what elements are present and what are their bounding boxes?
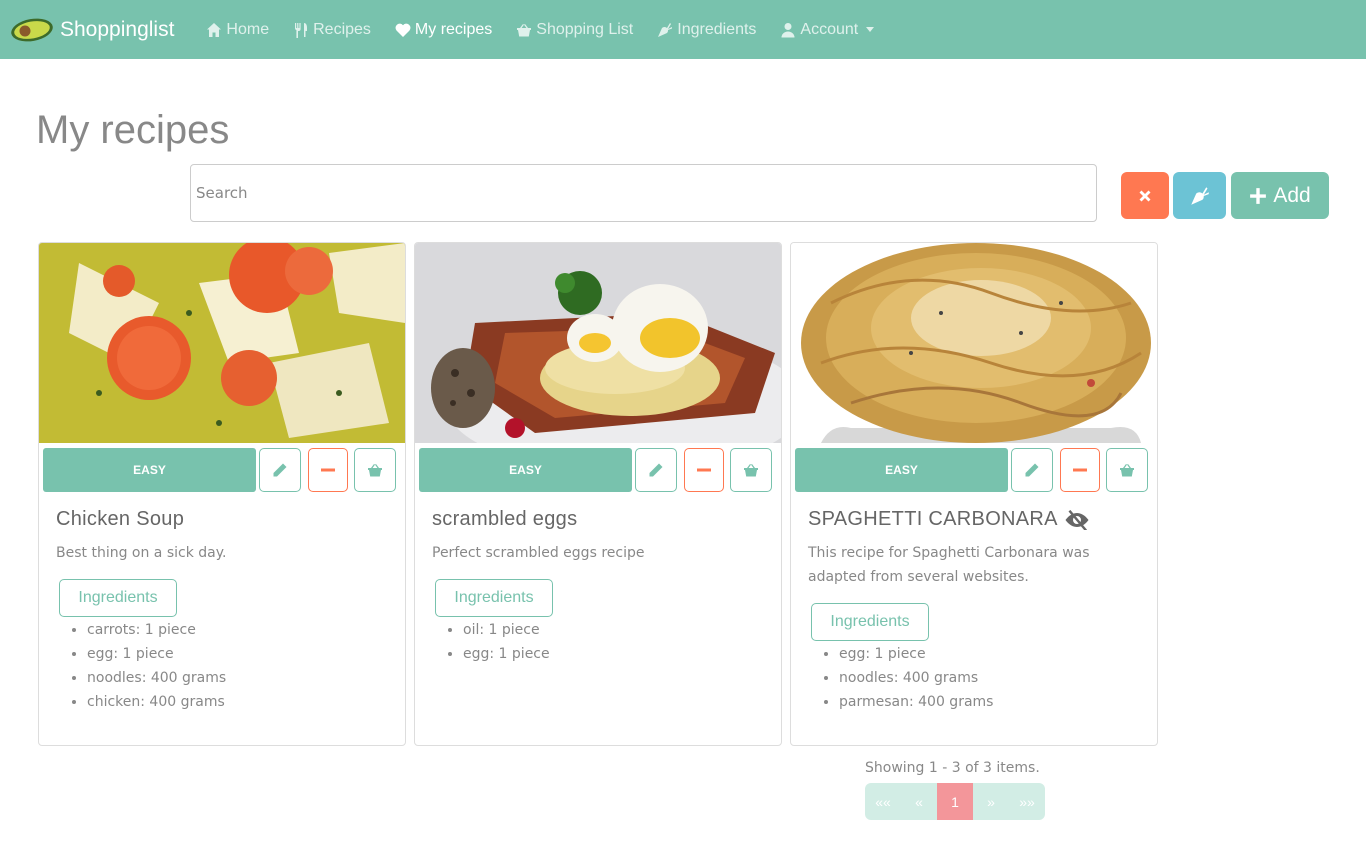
nav-account-dropdown[interactable]: Account: [780, 20, 875, 39]
ingredient-item: carrots: 1 piece: [87, 618, 226, 642]
remove-button[interactable]: [684, 448, 724, 492]
ingredient-list: oil: 1 piece egg: 1 piece: [463, 618, 550, 666]
carrot-icon: [658, 22, 673, 37]
basket-icon: [1120, 464, 1134, 477]
ingredient-list: carrots: 1 piece egg: 1 piece noodles: 4…: [87, 618, 226, 714]
basket-icon: [517, 23, 532, 36]
ingredient-item: noodles: 400 grams: [839, 666, 993, 690]
search-input[interactable]: [190, 164, 1097, 222]
recipe-title: SPAGHETTI CARBONARA: [808, 508, 1090, 531]
recipe-photo[interactable]: [415, 243, 781, 443]
chevron-down-icon: [866, 27, 875, 32]
carrot-icon: [1190, 186, 1209, 205]
brand[interactable]: Shoppinglist: [10, 16, 174, 44]
recipe-description-line: adapted from several websites.: [808, 569, 1029, 585]
add-button-label: Add: [1273, 183, 1311, 207]
recipe-actions: EASY: [43, 448, 399, 492]
difficulty-badge: EASY: [419, 448, 632, 492]
add-to-shopping-list-button[interactable]: [730, 448, 772, 492]
nav-my-recipes[interactable]: My recipes: [395, 21, 492, 39]
ingredient-item: egg: 1 piece: [463, 642, 550, 666]
ingredient-item: egg: 1 piece: [87, 642, 226, 666]
recipe-title-text: scrambled eggs: [432, 508, 578, 530]
recipe-card-spaghetti-carbonara: EASY SPAGHETTI CARBONARA This recipe for…: [790, 242, 1158, 746]
recipe-description: Perfect scrambled eggs recipe: [432, 545, 645, 561]
utensils-icon: [295, 22, 308, 38]
add-to-shopping-list-button[interactable]: [354, 448, 396, 492]
ingredient-item: chicken: 400 grams: [87, 690, 226, 714]
first-page-button[interactable]: ««: [865, 783, 901, 820]
ingredients-toggle-button[interactable]: Ingredients: [435, 579, 553, 617]
plus-icon: [1250, 187, 1267, 204]
ingredient-list: egg: 1 piece noodles: 400 grams parmesan…: [839, 642, 993, 714]
nav-shopping-list[interactable]: Shopping List: [516, 21, 633, 39]
minus-icon: [697, 468, 711, 472]
edit-button[interactable]: [1011, 448, 1053, 492]
recipe-title: scrambled eggs: [432, 508, 577, 531]
eye-slash-icon: [1065, 509, 1089, 530]
nav-home-label: Home: [226, 20, 270, 38]
difficulty-badge: EASY: [43, 448, 256, 492]
nav-recipes[interactable]: Recipes: [293, 21, 371, 39]
recipe-description: Best thing on a sick day.: [56, 545, 227, 561]
add-to-shopping-list-button[interactable]: [1106, 448, 1148, 492]
clear-search-button[interactable]: [1121, 172, 1169, 219]
nav-recipes-label: Recipes: [313, 20, 371, 38]
edit-button[interactable]: [259, 448, 301, 492]
brand-name: Shoppinglist: [60, 17, 175, 41]
recipe-card-chicken-soup: EASY Chicken Soup Best thing on a sick d…: [38, 242, 406, 746]
nav-ingredients-label: Ingredients: [677, 20, 757, 38]
pencil-icon: [649, 463, 663, 477]
basket-icon: [368, 464, 382, 477]
pencil-icon: [1025, 463, 1039, 477]
close-icon: [1139, 190, 1151, 201]
heart-icon: [395, 23, 411, 37]
ingredient-item: egg: 1 piece: [839, 642, 993, 666]
main-nav: Home Recipes My recipes Shopping List In…: [206, 21, 898, 39]
prev-page-button[interactable]: «: [901, 783, 937, 820]
recipe-title: Chicken Soup: [56, 508, 184, 531]
recipe-description: This recipe for Spaghetti Carbonara was …: [808, 541, 1148, 589]
recipe-description-line: This recipe for Spaghetti Carbonara was: [808, 545, 1090, 561]
recipe-photo[interactable]: [39, 243, 405, 443]
ingredients-filter-button[interactable]: [1173, 172, 1226, 219]
ingredients-toggle-button[interactable]: Ingredients: [59, 579, 177, 617]
pencil-icon: [273, 463, 287, 477]
recipe-title-text: SPAGHETTI CARBONARA: [808, 508, 1058, 530]
nav-shopping-list-label: Shopping List: [536, 20, 634, 38]
user-icon: [781, 22, 795, 37]
remove-button[interactable]: [308, 448, 348, 492]
page-button-current[interactable]: 1: [937, 783, 973, 820]
ingredient-item: oil: 1 piece: [463, 618, 550, 642]
recipe-actions: EASY: [419, 448, 775, 492]
pagination: «« « 1 » »»: [865, 783, 1045, 820]
recipe-actions: EASY: [795, 448, 1151, 492]
page-title: My recipes: [36, 108, 230, 152]
recipe-title-text: Chicken Soup: [56, 508, 185, 530]
remove-button[interactable]: [1060, 448, 1100, 492]
basket-icon: [744, 464, 758, 477]
nav-home[interactable]: Home: [206, 21, 269, 39]
next-page-button[interactable]: »: [973, 783, 1009, 820]
difficulty-badge: EASY: [795, 448, 1008, 492]
nav-ingredients[interactable]: Ingredients: [657, 21, 756, 39]
minus-icon: [321, 468, 335, 472]
pagination-summary: Showing 1 - 3 of 3 items.: [865, 760, 1040, 776]
ingredient-item: noodles: 400 grams: [87, 666, 226, 690]
recipe-photo[interactable]: [791, 243, 1157, 443]
last-page-button[interactable]: »»: [1009, 783, 1045, 820]
edit-button[interactable]: [635, 448, 677, 492]
avocado-logo-icon: [11, 18, 53, 41]
add-recipe-button[interactable]: Add: [1231, 172, 1329, 219]
nav-my-recipes-label: My recipes: [414, 20, 493, 38]
recipe-card-scrambled-eggs: EASY scrambled eggs Perfect scrambled eg…: [414, 242, 782, 746]
ingredient-item: parmesan: 400 grams: [839, 690, 993, 714]
minus-icon: [1073, 468, 1087, 472]
nav-account-label: Account: [800, 20, 859, 38]
ingredients-toggle-button[interactable]: Ingredients: [811, 603, 929, 641]
home-icon: [207, 22, 222, 37]
top-navbar: Shoppinglist Home Recipes My recipes Sho…: [0, 0, 1366, 59]
